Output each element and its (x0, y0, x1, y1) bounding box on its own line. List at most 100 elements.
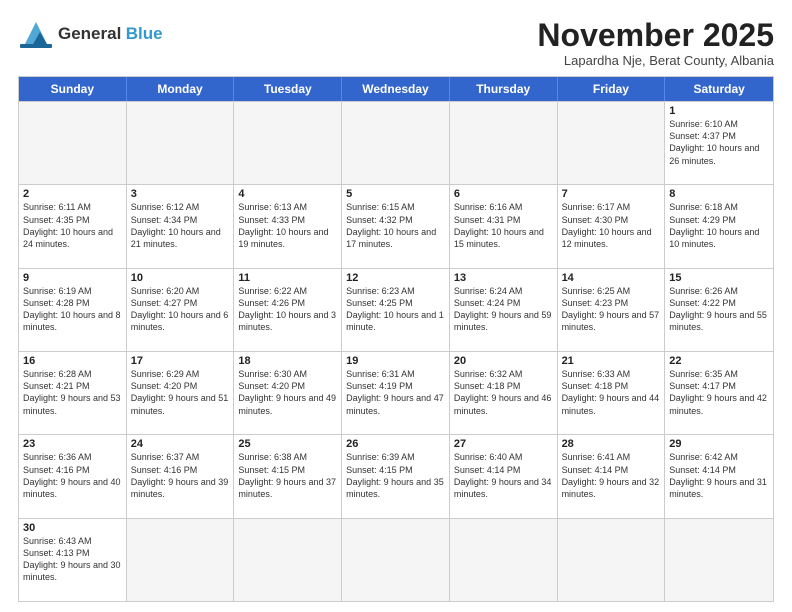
cal-cell: 10Sunrise: 6:20 AM Sunset: 4:27 PM Dayli… (127, 269, 235, 351)
cal-cell: 29Sunrise: 6:42 AM Sunset: 4:14 PM Dayli… (665, 435, 773, 517)
day-info: Sunrise: 6:29 AM Sunset: 4:20 PM Dayligh… (131, 368, 230, 417)
title-block: November 2025 Lapardha Nje, Berat County… (537, 18, 774, 68)
week-row-1: 1Sunrise: 6:10 AM Sunset: 4:37 PM Daylig… (19, 101, 773, 184)
week-row-4: 16Sunrise: 6:28 AM Sunset: 4:21 PM Dayli… (19, 351, 773, 434)
day-number: 19 (346, 355, 445, 367)
day-info: Sunrise: 6:31 AM Sunset: 4:19 PM Dayligh… (346, 368, 445, 417)
day-number: 29 (669, 438, 769, 450)
month-title: November 2025 (537, 18, 774, 53)
day-info: Sunrise: 6:15 AM Sunset: 4:32 PM Dayligh… (346, 201, 445, 250)
day-number: 22 (669, 355, 769, 367)
calendar-body: 1Sunrise: 6:10 AM Sunset: 4:37 PM Daylig… (19, 101, 773, 601)
day-info: Sunrise: 6:17 AM Sunset: 4:30 PM Dayligh… (562, 201, 661, 250)
day-number: 21 (562, 355, 661, 367)
page: General Blue November 2025 Lapardha Nje,… (0, 0, 792, 612)
day-number: 11 (238, 272, 337, 284)
logo: General Blue (18, 18, 163, 50)
day-number: 17 (131, 355, 230, 367)
week-row-5: 23Sunrise: 6:36 AM Sunset: 4:16 PM Dayli… (19, 434, 773, 517)
day-number: 12 (346, 272, 445, 284)
day-info: Sunrise: 6:16 AM Sunset: 4:31 PM Dayligh… (454, 201, 553, 250)
day-number: 20 (454, 355, 553, 367)
cal-cell (342, 519, 450, 601)
cal-cell (450, 102, 558, 184)
day-number: 10 (131, 272, 230, 284)
weekday-header-friday: Friday (558, 77, 666, 101)
day-info: Sunrise: 6:12 AM Sunset: 4:34 PM Dayligh… (131, 201, 230, 250)
cal-cell: 21Sunrise: 6:33 AM Sunset: 4:18 PM Dayli… (558, 352, 666, 434)
day-info: Sunrise: 6:13 AM Sunset: 4:33 PM Dayligh… (238, 201, 337, 250)
cal-cell: 28Sunrise: 6:41 AM Sunset: 4:14 PM Dayli… (558, 435, 666, 517)
day-info: Sunrise: 6:28 AM Sunset: 4:21 PM Dayligh… (23, 368, 122, 417)
cal-cell: 22Sunrise: 6:35 AM Sunset: 4:17 PM Dayli… (665, 352, 773, 434)
cal-cell: 13Sunrise: 6:24 AM Sunset: 4:24 PM Dayli… (450, 269, 558, 351)
cal-cell: 25Sunrise: 6:38 AM Sunset: 4:15 PM Dayli… (234, 435, 342, 517)
day-number: 3 (131, 188, 230, 200)
cal-cell: 17Sunrise: 6:29 AM Sunset: 4:20 PM Dayli… (127, 352, 235, 434)
cal-cell: 15Sunrise: 6:26 AM Sunset: 4:22 PM Dayli… (665, 269, 773, 351)
cal-cell: 3Sunrise: 6:12 AM Sunset: 4:34 PM Daylig… (127, 185, 235, 267)
weekday-header-wednesday: Wednesday (342, 77, 450, 101)
day-info: Sunrise: 6:41 AM Sunset: 4:14 PM Dayligh… (562, 451, 661, 500)
week-row-6: 30Sunrise: 6:43 AM Sunset: 4:13 PM Dayli… (19, 518, 773, 601)
cal-cell (127, 519, 235, 601)
day-info: Sunrise: 6:24 AM Sunset: 4:24 PM Dayligh… (454, 285, 553, 334)
day-info: Sunrise: 6:11 AM Sunset: 4:35 PM Dayligh… (23, 201, 122, 250)
cal-cell: 30Sunrise: 6:43 AM Sunset: 4:13 PM Dayli… (19, 519, 127, 601)
day-info: Sunrise: 6:30 AM Sunset: 4:20 PM Dayligh… (238, 368, 337, 417)
day-number: 2 (23, 188, 122, 200)
day-info: Sunrise: 6:25 AM Sunset: 4:23 PM Dayligh… (562, 285, 661, 334)
day-number: 5 (346, 188, 445, 200)
day-number: 8 (669, 188, 769, 200)
cal-cell (558, 102, 666, 184)
calendar-header-row: SundayMondayTuesdayWednesdayThursdayFrid… (19, 77, 773, 101)
cal-cell: 1Sunrise: 6:10 AM Sunset: 4:37 PM Daylig… (665, 102, 773, 184)
cal-cell (234, 519, 342, 601)
day-number: 15 (669, 272, 769, 284)
day-info: Sunrise: 6:10 AM Sunset: 4:37 PM Dayligh… (669, 118, 769, 167)
weekday-header-tuesday: Tuesday (234, 77, 342, 101)
day-number: 13 (454, 272, 553, 284)
day-info: Sunrise: 6:22 AM Sunset: 4:26 PM Dayligh… (238, 285, 337, 334)
day-info: Sunrise: 6:40 AM Sunset: 4:14 PM Dayligh… (454, 451, 553, 500)
day-info: Sunrise: 6:19 AM Sunset: 4:28 PM Dayligh… (23, 285, 122, 334)
cal-cell: 11Sunrise: 6:22 AM Sunset: 4:26 PM Dayli… (234, 269, 342, 351)
logo-text: General Blue (58, 24, 163, 44)
day-info: Sunrise: 6:35 AM Sunset: 4:17 PM Dayligh… (669, 368, 769, 417)
day-info: Sunrise: 6:37 AM Sunset: 4:16 PM Dayligh… (131, 451, 230, 500)
day-info: Sunrise: 6:23 AM Sunset: 4:25 PM Dayligh… (346, 285, 445, 334)
day-number: 23 (23, 438, 122, 450)
cal-cell: 27Sunrise: 6:40 AM Sunset: 4:14 PM Dayli… (450, 435, 558, 517)
day-number: 24 (131, 438, 230, 450)
weekday-header-thursday: Thursday (450, 77, 558, 101)
day-info: Sunrise: 6:33 AM Sunset: 4:18 PM Dayligh… (562, 368, 661, 417)
cal-cell: 2Sunrise: 6:11 AM Sunset: 4:35 PM Daylig… (19, 185, 127, 267)
cal-cell: 20Sunrise: 6:32 AM Sunset: 4:18 PM Dayli… (450, 352, 558, 434)
cal-cell: 7Sunrise: 6:17 AM Sunset: 4:30 PM Daylig… (558, 185, 666, 267)
day-number: 6 (454, 188, 553, 200)
cal-cell: 12Sunrise: 6:23 AM Sunset: 4:25 PM Dayli… (342, 269, 450, 351)
day-number: 26 (346, 438, 445, 450)
cal-cell: 6Sunrise: 6:16 AM Sunset: 4:31 PM Daylig… (450, 185, 558, 267)
day-number: 16 (23, 355, 122, 367)
cal-cell (665, 519, 773, 601)
cal-cell (234, 102, 342, 184)
cal-cell (450, 519, 558, 601)
week-row-3: 9Sunrise: 6:19 AM Sunset: 4:28 PM Daylig… (19, 268, 773, 351)
day-number: 1 (669, 105, 769, 117)
weekday-header-saturday: Saturday (665, 77, 773, 101)
day-info: Sunrise: 6:18 AM Sunset: 4:29 PM Dayligh… (669, 201, 769, 250)
day-info: Sunrise: 6:26 AM Sunset: 4:22 PM Dayligh… (669, 285, 769, 334)
day-number: 7 (562, 188, 661, 200)
day-info: Sunrise: 6:38 AM Sunset: 4:15 PM Dayligh… (238, 451, 337, 500)
logo-icon (18, 18, 54, 50)
weekday-header-sunday: Sunday (19, 77, 127, 101)
day-number: 30 (23, 522, 122, 534)
day-number: 9 (23, 272, 122, 284)
day-number: 25 (238, 438, 337, 450)
day-number: 4 (238, 188, 337, 200)
cal-cell (127, 102, 235, 184)
day-info: Sunrise: 6:39 AM Sunset: 4:15 PM Dayligh… (346, 451, 445, 500)
day-number: 14 (562, 272, 661, 284)
cal-cell: 26Sunrise: 6:39 AM Sunset: 4:15 PM Dayli… (342, 435, 450, 517)
